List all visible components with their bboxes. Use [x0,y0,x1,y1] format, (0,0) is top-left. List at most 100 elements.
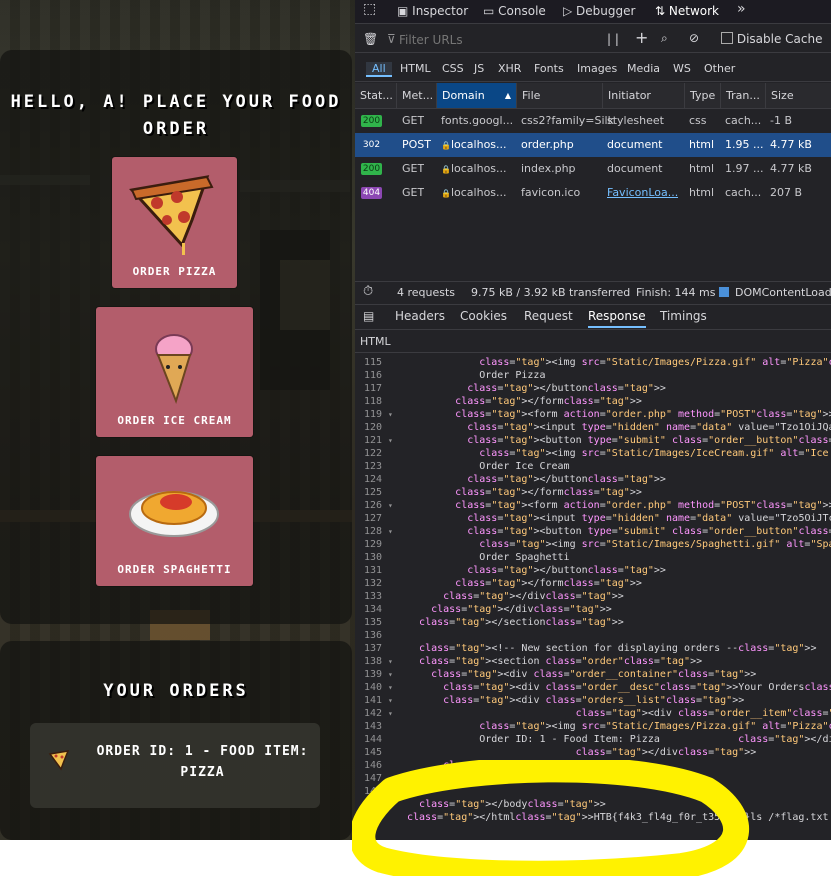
order-spaghetti-label: ORDER SPAGHETTI [117,563,232,576]
line-number: 129 [363,539,382,550]
cell-initiator: document [607,133,663,157]
cell-size-text: 207 B [770,186,803,199]
cell-transferred-text: 1.97 ... [725,162,764,175]
request-row[interactable]: 404 GET 🔒localhos... favicon.ico FaviconLoa.… [355,181,831,205]
cell-file-text: order.php [521,138,574,151]
cell-initiator-text: document [607,138,663,151]
lock-icon: 🔒 [441,141,451,150]
line-number: 137 [363,643,382,654]
more-tools-icon[interactable]: » [737,1,746,18]
tab-timings[interactable]: Timings [660,309,707,323]
type-filter-js[interactable]: JS [474,62,484,75]
pizza-icon [48,750,70,771]
filter-urls-input[interactable] [397,30,586,50]
order-spaghetti-button[interactable]: ORDER SPAGHETTI [96,456,253,586]
tab-network[interactable]: ⇅ Network [655,3,719,20]
code-line: 118 class="tag"></formclass="tag">> [355,395,831,408]
cell-file-text: index.php [521,162,576,175]
code-text: class="tag"><section class="order"class=… [419,656,703,667]
type-filter-other[interactable]: Other [704,62,735,75]
code-line: 138 ▾ class="tag"><section class="order"c… [355,655,831,668]
code-line: 126 ▾ class="tag"><form action="order.php… [355,499,831,512]
column-file[interactable]: File [516,83,602,108]
code-text: class="tag"></buttonclass="tag">> [467,383,666,394]
lock-icon: 🔒 [441,189,451,198]
code-line: 125 class="tag"></formclass="tag">> [355,486,831,499]
column-method[interactable]: Met... [396,83,436,108]
line-number: 126 [363,500,382,511]
code-text: class="tag"><button type="submit" class=… [467,526,831,537]
fold-toggle-icon[interactable]: ▾ [388,655,393,668]
fold-toggle-icon[interactable]: ▾ [388,434,393,447]
column-size[interactable]: Size [765,83,831,108]
type-filter-all[interactable]: All [366,62,392,77]
cell-transferred: 1.95 ... [725,133,763,157]
request-row[interactable]: 200 GET 🔒localhos... index.php document html 1… [355,157,831,181]
tab-debugger[interactable]: ▷ Debugger [563,3,635,20]
status-badge: 200 [361,115,382,127]
code-text: class="tag"></divclass="tag">> [443,591,624,602]
cell-size: 4.77 kB [770,157,812,181]
code-line: 124 class="tag"></buttonclass="tag">> [355,473,831,486]
disable-cache-toggle[interactable]: Disable Cache [721,31,822,48]
column-initiator[interactable]: Initiator [602,83,684,108]
type-filter-media[interactable]: Media [627,62,660,75]
type-filter-html[interactable]: HTML [400,62,431,75]
pause-icon[interactable]: | | [607,31,619,48]
cell-domain: 🔒localhos... [441,133,507,157]
type-filter-fonts[interactable]: Fonts [534,62,564,75]
column-domain[interactable]: Domain ▲ [436,83,516,108]
order-pizza-button[interactable]: ORDER PIZZA [112,157,237,288]
trash-icon[interactable]: 🗑 [363,31,378,48]
code-line: 134 class="tag"></divclass="tag">> [355,603,831,616]
line-number: 135 [363,617,382,628]
fold-toggle-icon[interactable]: ▾ [388,681,393,694]
tab-request[interactable]: Request [524,309,573,323]
code-line: 143 class="tag"><img src="Static/Images/… [355,720,831,733]
fold-toggle-icon[interactable]: ▾ [388,408,393,421]
line-number: 130 [363,552,382,563]
search-icon[interactable]: ⌕ [661,30,668,47]
line-number: 145 [363,747,382,758]
fold-toggle-icon[interactable]: ▾ [388,707,393,720]
column-type[interactable]: Type [684,83,720,108]
order-item: ORDER ID: 1 - FOOD ITEM: PIZZA [30,723,320,808]
type-filter-xhr[interactable]: XHR [498,62,521,75]
line-number: 132 [363,578,382,589]
debugger-icon: ▷ [563,4,577,18]
order-ice-cream-button[interactable]: ORDER ICE CREAM [96,307,253,437]
type-filter-images[interactable]: Images [577,62,617,75]
tab-console[interactable]: ▭ Console [483,3,546,20]
add-icon[interactable]: + [635,29,648,46]
highlight-scribble [352,760,750,876]
fold-toggle-icon[interactable]: ▾ [388,525,393,538]
request-table-header: Stat... Met... Domain ▲ File Initiator Ty… [355,83,831,109]
cell-file: css2?family=Silk [521,109,614,133]
cell-initiator: FaviconLoa... [607,181,678,205]
fold-toggle-icon[interactable]: ▾ [388,694,393,707]
block-icon[interactable]: ⊘ [689,30,699,47]
code-text: class="tag"><form action="order.php" met… [455,500,831,511]
tab-response[interactable]: Response [588,309,646,328]
code-line: 130 Order Spaghetti [355,551,831,564]
fold-toggle-icon[interactable]: ▾ [388,668,393,681]
type-filter-css[interactable]: CSS [442,62,464,75]
tab-inspector[interactable]: ▣ Inspector [397,3,468,20]
code-line: 116 Order Pizza [355,369,831,382]
tab-cookies[interactable]: Cookies [460,309,507,323]
tab-headers[interactable]: Headers [395,309,445,323]
column-transferred[interactable]: Tran... [720,83,765,108]
panel-toggle-icon[interactable]: ▤ [363,309,374,323]
fold-toggle-icon[interactable]: ▾ [388,499,393,512]
cell-domain-text: localhos... [450,162,507,175]
cell-type: html [689,157,714,181]
code-line: 145 class="tag"></divclass="tag">> [355,746,831,759]
type-filter-bar: All HTML CSS JS XHR Fonts Images Media W… [355,58,831,82]
pick-element-icon[interactable]: ⬚ [363,1,376,18]
request-row[interactable]: 200 GET fonts.googl... css2?family=Silk styl… [355,109,831,133]
cell-transferred: cach... [725,181,761,205]
request-row[interactable]: 302 POST 🔒localhos... order.php document html… [355,133,831,157]
type-filter-ws[interactable]: WS [673,62,691,75]
cell-transferred-text: 1.95 ... [725,138,764,151]
column-status[interactable]: Stat... [355,83,396,108]
